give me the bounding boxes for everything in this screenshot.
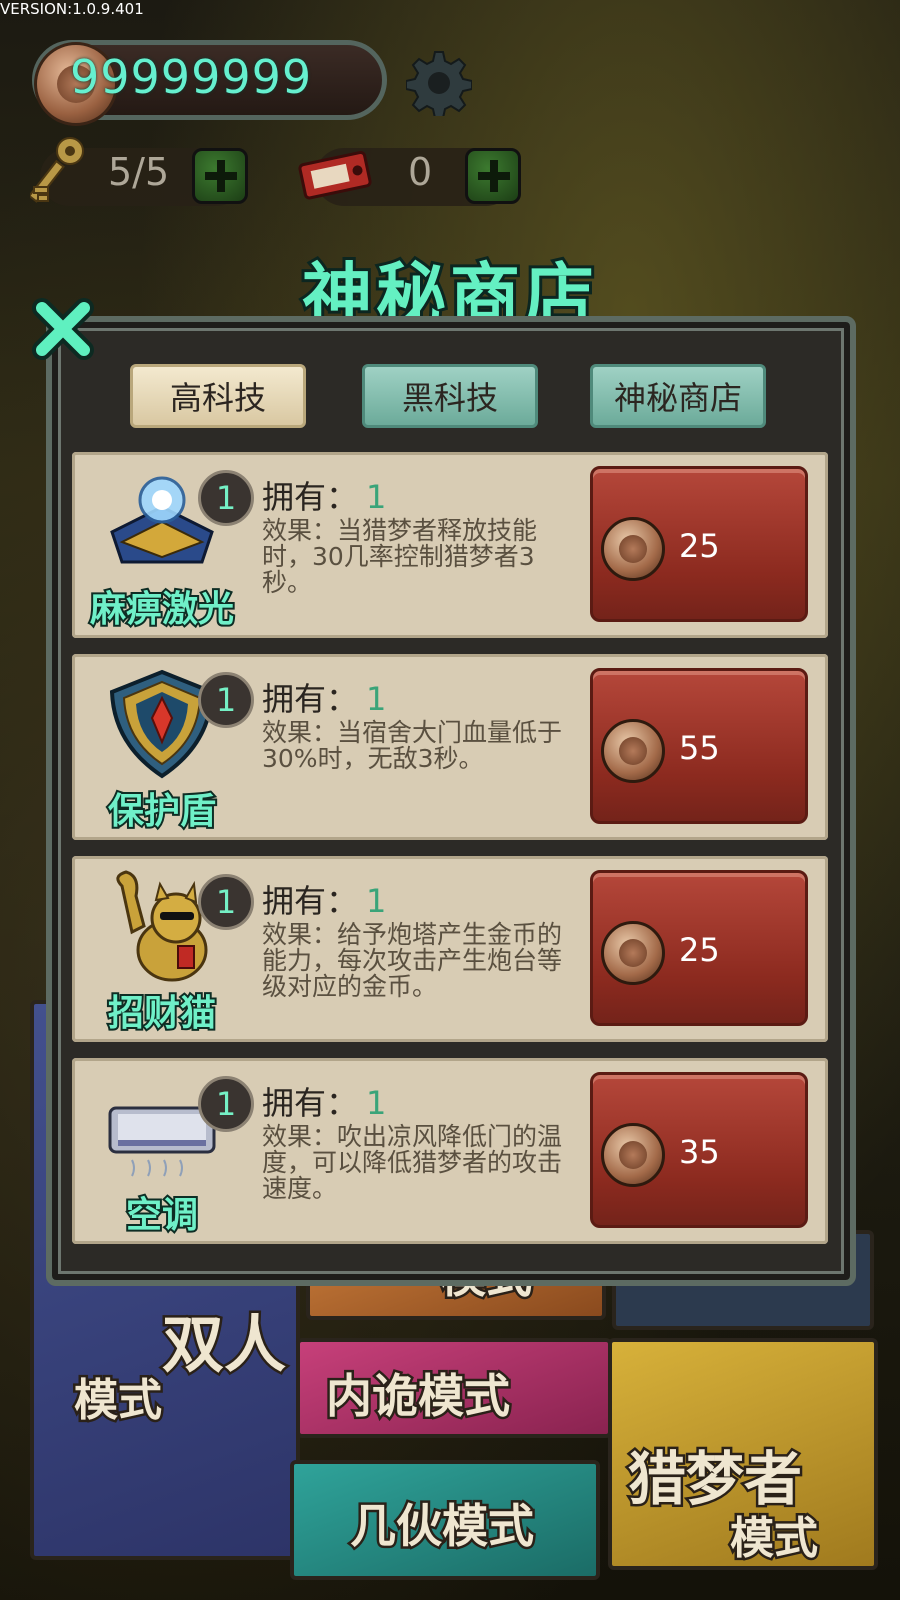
close-icon[interactable] (30, 296, 96, 362)
hunter-mode-subtitle: 模式 (728, 1511, 821, 1567)
item-effect: 效果：吹出凉风降低门的温度，可以降低猎梦者的攻击速度。 (262, 1122, 563, 1203)
owned-row: 拥有： 1 (262, 674, 386, 720)
owned-row: 拥有： 1 (262, 472, 386, 518)
owned-count: 1 (366, 882, 387, 920)
buy-button[interactable]: 55 (590, 668, 808, 824)
shop-item: 1 麻痹激光 拥有： 1 效果：当猎梦者释放技能时，30几率控制猎梦者3秒。 25 (72, 452, 828, 638)
coin-balance: 99999999 (70, 50, 313, 104)
duo-mode-subtitle: 模式 (72, 1373, 165, 1429)
key-icon (30, 137, 84, 203)
level-badge: 1 (198, 1076, 254, 1132)
item-effect: 效果：给予炮塔产生金币的能力，每次攻击产生炮台等级对应的金币。 (262, 920, 563, 1001)
inner-mode-tile[interactable]: 内诡模式 (296, 1338, 612, 1438)
add-keys-button[interactable] (192, 148, 248, 204)
item-price: 25 (679, 931, 720, 969)
item-effect: 效果：当猎梦者释放技能时，30几率控制猎梦者3秒。 (262, 516, 538, 597)
owned-count: 1 (366, 478, 387, 516)
item-name: 麻痹激光 (88, 587, 236, 632)
item-name: 招财猫 (106, 991, 218, 1036)
buy-button[interactable]: 25 (590, 870, 808, 1026)
owned-label: 拥有： (262, 1084, 359, 1122)
item-price: 25 (679, 527, 720, 565)
shop-item: 1 空调 拥有： 1 效果：吹出凉风降低门的温度，可以降低猎梦者的攻击速度。 35 (72, 1058, 828, 1244)
item-effect: 效果：当宿舍大门血量低于30%时，无敌3秒。 (262, 718, 563, 773)
shop-item: 1 招财猫 拥有： 1 效果：给予炮塔产生金币的能力，每次攻击产生炮台等级对应的金… (72, 856, 828, 1042)
coin-icon (601, 1123, 665, 1187)
inner-mode-title: 内诡模式 (324, 1367, 513, 1426)
owned-label: 拥有： (262, 882, 359, 920)
tab-mystery-shop[interactable]: 神秘商店 (590, 364, 766, 428)
ticket-icon (298, 150, 372, 200)
level-badge: 1 (198, 874, 254, 930)
coin-icon (601, 517, 665, 581)
owned-count: 1 (366, 1084, 387, 1122)
owned-count: 1 (366, 680, 387, 718)
shop-tabs: 高科技 黑科技 神秘商店 (120, 364, 780, 434)
settings-gear-icon[interactable] (406, 50, 472, 116)
shop-item: 1 保护盾 拥有： 1 效果：当宿舍大门血量低于30%时，无敌3秒。 55 (72, 654, 828, 840)
duo-mode-title: 双人 (159, 1306, 288, 1384)
owned-row: 拥有： 1 (262, 876, 386, 922)
buy-button[interactable]: 25 (590, 466, 808, 622)
hunter-mode-tile[interactable]: 猎梦者 模式 (608, 1338, 878, 1570)
tab-black-tech[interactable]: 黑科技 (362, 364, 538, 428)
item-price: 35 (679, 1133, 720, 1171)
owned-row: 拥有： 1 (262, 1078, 386, 1124)
tab-high-tech[interactable]: 高科技 (130, 364, 306, 428)
version-label: VERSION:1.0.9.401 (0, 0, 144, 18)
coin-icon (601, 921, 665, 985)
item-price: 55 (679, 729, 720, 767)
owned-label: 拥有： (262, 478, 359, 516)
keys-count: 5/5 (108, 150, 170, 194)
level-badge: 1 (198, 672, 254, 728)
owned-label: 拥有： (262, 680, 359, 718)
add-tickets-button[interactable] (465, 148, 521, 204)
level-badge: 1 (198, 470, 254, 526)
coin-icon (601, 719, 665, 783)
item-name: 空调 (124, 1193, 200, 1238)
tickets-count: 0 (408, 150, 433, 194)
guys-mode-title: 几伙模式 (348, 1497, 537, 1556)
buy-button[interactable]: 35 (590, 1072, 808, 1228)
guys-mode-tile[interactable]: 几伙模式 (290, 1460, 600, 1580)
item-name: 保护盾 (106, 789, 218, 834)
